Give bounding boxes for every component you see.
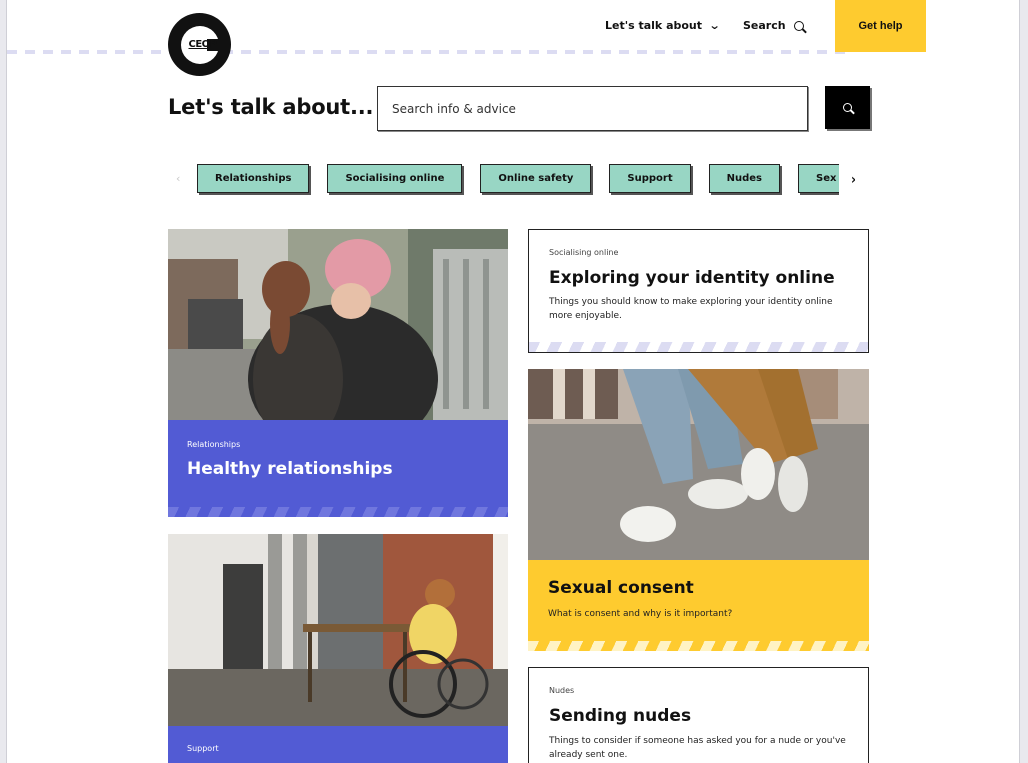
nav-lets-talk-about[interactable]: Let's talk about ⌄ — [605, 19, 721, 32]
card-panel: Sexual consent What is consent and why i… — [528, 560, 869, 651]
wheelchair-user-photo — [168, 534, 508, 726]
card-sexual-consent[interactable]: Sexual consent What is consent and why i… — [528, 369, 869, 651]
topic-chip-support[interactable]: Support — [609, 164, 691, 193]
card-sending-nudes[interactable]: Nudes Sending nudes Things to consider i… — [528, 667, 869, 763]
nav-search[interactable]: Search — [743, 19, 804, 32]
ceop-logo[interactable]: CEOP — [168, 13, 231, 76]
header-divider — [7, 50, 852, 54]
search-input[interactable] — [377, 86, 808, 131]
card-description: Things you should know to make exploring… — [549, 297, 833, 321]
topic-chip-relationships[interactable]: Relationships — [197, 164, 310, 193]
card-description: What is consent and why is it important? — [548, 609, 733, 619]
card-panel: Relationships Healthy relationships — [168, 420, 508, 517]
topic-chip-nudes[interactable]: Nudes — [708, 164, 781, 193]
card-healthy-relationships[interactable]: Relationships Healthy relationships — [168, 229, 508, 517]
card-support[interactable]: Support — [168, 534, 508, 763]
site-header: CEOP Let's talk about ⌄ Search Get help — [7, 0, 1019, 76]
topic-chip-socialising-online[interactable]: Socialising online — [327, 164, 463, 193]
topic-chip-sex-and-sexual[interactable]: Sex and sexual — [798, 164, 839, 193]
nav-search-label: Search — [743, 19, 786, 32]
page-frame: CEOP Let's talk about ⌄ Search Get help … — [6, 0, 1020, 763]
stripe-decoration — [168, 507, 508, 517]
card-category: Nudes — [549, 686, 575, 695]
nav-lets-talk-label: Let's talk about — [605, 19, 703, 32]
card-panel: Support — [168, 726, 508, 763]
card-category: Socialising online — [549, 248, 619, 257]
topic-chip-online-safety[interactable]: Online safety — [480, 164, 592, 193]
sneakers-photo — [528, 369, 869, 560]
card-description: Things to consider if someone has asked … — [549, 736, 846, 760]
chevron-down-icon: ⌄ — [708, 19, 721, 32]
stripe-decoration — [529, 342, 868, 352]
search-icon — [793, 20, 804, 31]
card-category: Relationships — [187, 440, 241, 449]
logo-mark-icon: CEOP — [180, 25, 221, 64]
get-help-button[interactable]: Get help — [835, 0, 926, 52]
card-title: Exploring your identity online — [549, 268, 835, 288]
topic-carousel: Relationships Socialising online Online … — [197, 164, 839, 196]
stripe-decoration — [528, 641, 869, 651]
hugging-couple-photo — [168, 229, 508, 420]
logo-text: CEOP — [188, 39, 218, 50]
page-title: Let's talk about... — [168, 95, 374, 119]
card-category: Support — [187, 744, 219, 753]
card-title: Healthy relationships — [187, 459, 393, 479]
card-title: Sending nudes — [549, 706, 692, 726]
chevron-left-icon[interactable]: ‹ — [176, 172, 180, 185]
search-icon — [843, 103, 852, 112]
card-exploring-identity[interactable]: Socialising online Exploring your identi… — [528, 229, 869, 353]
card-title: Sexual consent — [548, 578, 694, 598]
chevron-right-icon[interactable]: › — [851, 171, 856, 188]
search-button[interactable] — [825, 86, 870, 129]
